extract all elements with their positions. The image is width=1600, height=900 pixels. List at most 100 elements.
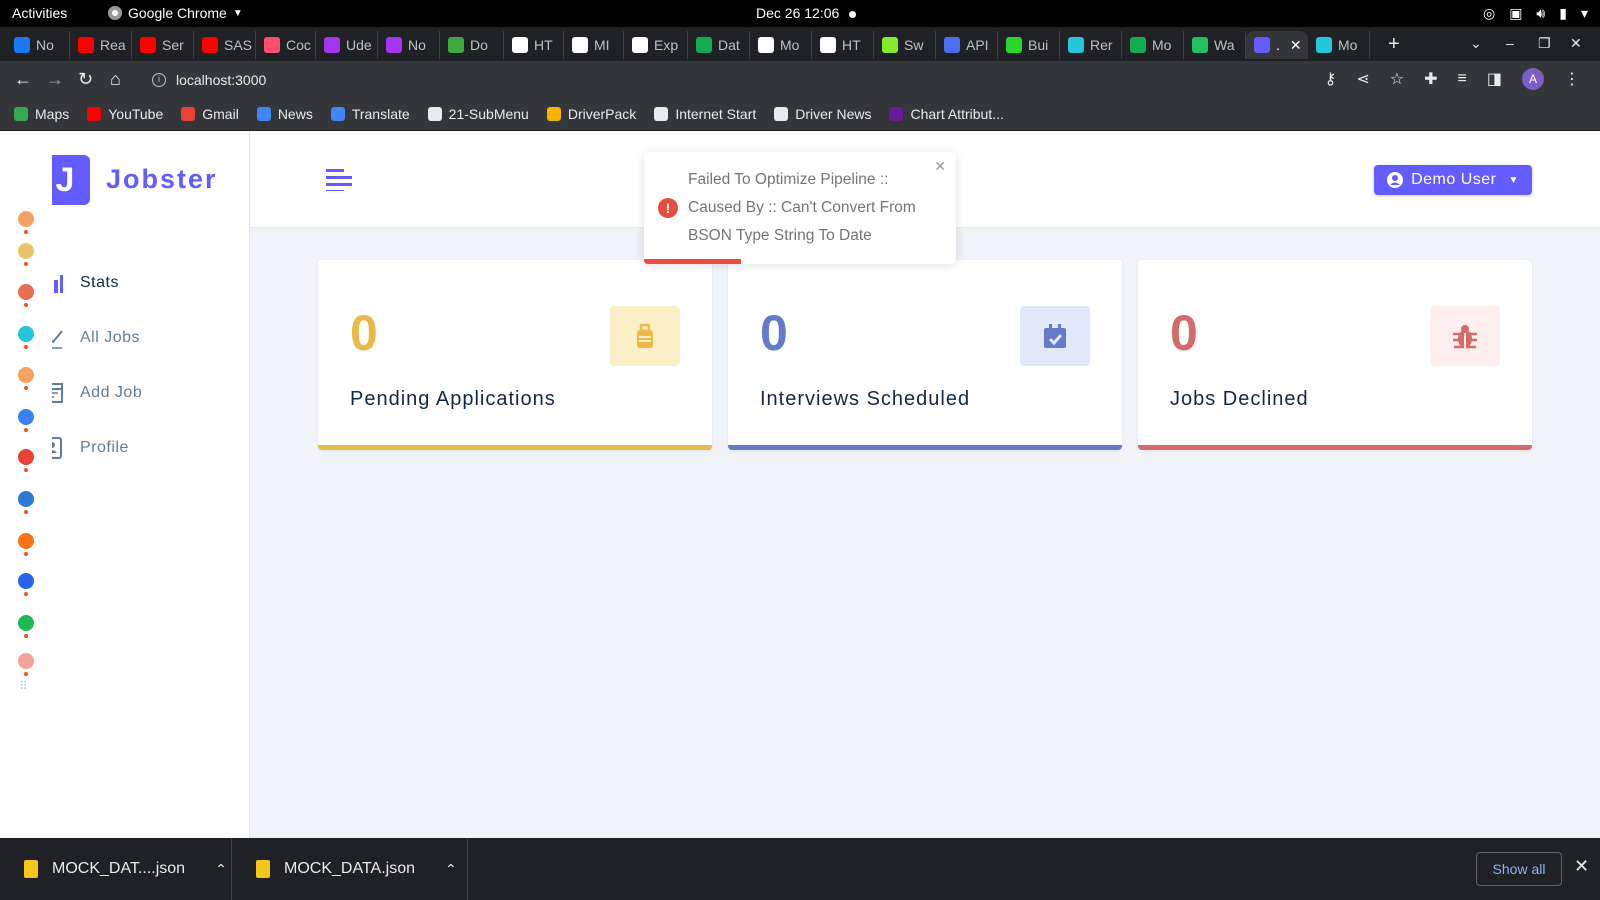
browser-tab[interactable]: MI (564, 31, 624, 59)
share-icon[interactable]: ⋖ (1356, 69, 1369, 89)
stat-count: 0 (760, 305, 788, 361)
browser-tab[interactable]: Mo (1122, 31, 1184, 59)
minimize-icon[interactable]: – (1506, 35, 1514, 51)
chrome-tray-icon[interactable]: ◎ (1483, 5, 1495, 22)
bookmark-label: Chart Attribut... (910, 106, 1004, 122)
bookmark-star-icon[interactable]: ☆ (1390, 69, 1404, 89)
download-item[interactable]: MOCK_DATA.json ⌃ (232, 838, 468, 900)
bookmark-item[interactable]: YouTube (87, 106, 163, 122)
screen-icon[interactable]: ▣ (1509, 5, 1522, 22)
home-icon[interactable]: ⌂ (110, 69, 121, 90)
json-file-icon (256, 860, 270, 878)
app-menu[interactable]: Google Chrome ▼ (108, 5, 243, 21)
dock-app-icon[interactable] (18, 326, 34, 342)
bookmark-item[interactable]: Translate (330, 106, 410, 122)
profile-avatar[interactable]: A (1522, 68, 1544, 90)
logo-text[interactable]: Jobster (106, 164, 218, 195)
show-apps-icon[interactable]: ⠿ (19, 679, 28, 693)
dock-app-icon[interactable] (18, 653, 34, 669)
browser-tab[interactable]: Ser (132, 31, 194, 59)
bookmark-item[interactable]: Maps (14, 106, 69, 122)
stat-count: 0 (350, 305, 378, 361)
bookmark-item[interactable]: Chart Attribut... (889, 106, 1004, 122)
browser-tab[interactable]: Mo (1308, 31, 1370, 59)
download-item[interactable]: MOCK_DAT....json ⌃ (0, 838, 232, 900)
chevron-up-icon[interactable]: ⌃ (215, 861, 227, 878)
key-icon[interactable]: ⚷ (1325, 69, 1337, 89)
nav-link-add-job[interactable]: Add Job (40, 381, 142, 405)
battery-icon[interactable]: ▮ (1559, 5, 1567, 22)
close-icon[interactable]: ✕ (934, 158, 946, 175)
browser-tab[interactable]: . ✕ (1246, 31, 1308, 59)
tab-label: Exp (654, 37, 679, 53)
bookmark-item[interactable]: Internet Start (654, 106, 756, 122)
extensions-icon[interactable]: ✚ (1424, 69, 1437, 89)
address-bar[interactable]: i localhost:3000 (142, 65, 1286, 94)
browser-tab[interactable]: Mo (750, 31, 812, 59)
close-tab-icon[interactable]: ✕ (1290, 37, 1302, 54)
show-all-button[interactable]: Show all (1476, 852, 1562, 886)
forward-icon[interactable]: → (46, 69, 64, 90)
side-panel-icon[interactable]: ◨ (1487, 69, 1502, 89)
reading-list-icon[interactable]: ≡ (1458, 70, 1467, 88)
running-indicator (24, 230, 28, 234)
site-info-icon[interactable]: i (152, 72, 166, 87)
user-menu-button[interactable]: Demo User ▼ (1374, 165, 1532, 195)
back-icon[interactable]: ← (14, 69, 32, 90)
tab-favicon-icon (78, 37, 94, 53)
dock-app-icon[interactable] (18, 284, 34, 300)
bookmark-item[interactable]: Driver News (774, 106, 871, 122)
reload-icon[interactable]: ↻ (78, 69, 93, 90)
chrome-dock-icon[interactable] (18, 449, 34, 465)
new-tab-button[interactable]: + (1388, 33, 1400, 56)
nav-link-all-jobs[interactable]: All Jobs (40, 326, 140, 350)
error-toast[interactable]: ! Failed To Optimize Pipeline :: Caused … (644, 152, 956, 264)
browser-tab[interactable]: HT (504, 31, 564, 59)
browser-tab[interactable]: Coc (256, 31, 316, 59)
running-indicator (24, 672, 28, 676)
dock-app-icon[interactable] (18, 573, 34, 589)
browser-tab[interactable]: No (6, 31, 70, 59)
spotify-dock-icon[interactable] (18, 615, 34, 631)
browser-tab[interactable]: Dat (688, 31, 750, 59)
dock-app-icon[interactable] (18, 243, 34, 259)
close-window-icon[interactable]: ✕ (1570, 35, 1582, 52)
restore-icon[interactable]: ❐ (1538, 35, 1551, 52)
volume-icon[interactable]: 🔊︎ (1536, 5, 1545, 22)
dock-app-icon[interactable] (18, 533, 34, 549)
browser-tab[interactable]: Do (440, 31, 504, 59)
bookmark-item[interactable]: News (256, 106, 313, 122)
stats-page: 0 Pending Applications 0 Interviews Schedul… (250, 228, 1600, 838)
browser-tab[interactable]: Rer (1060, 31, 1122, 59)
tab-search-icon[interactable]: ⌄ (1470, 35, 1482, 52)
power-menu-icon[interactable]: ▾ (1581, 5, 1588, 22)
close-shelf-icon[interactable]: ✕ (1574, 856, 1589, 877)
browser-tab[interactable]: Wa (1184, 31, 1246, 59)
bookmark-item[interactable]: Gmail (181, 106, 239, 122)
browser-tab[interactable]: API (936, 31, 998, 59)
browser-tab[interactable]: Sw (874, 31, 936, 59)
vscode-dock-icon[interactable] (18, 491, 34, 507)
browser-tab[interactable]: Bui (998, 31, 1060, 59)
browser-tab[interactable]: No (378, 31, 440, 59)
bookmark-item[interactable]: 21-SubMenu (427, 106, 529, 122)
tab-favicon-icon (572, 37, 588, 53)
menu-kebab-icon[interactable]: ⋮ (1564, 69, 1580, 89)
chevron-up-icon[interactable]: ⌃ (445, 861, 457, 878)
dock-app-icon[interactable] (18, 211, 34, 227)
nav-link-profile[interactable]: Profile (40, 436, 129, 460)
bookmark-item[interactable]: DriverPack (546, 106, 636, 122)
clock[interactable]: Dec 26 12:06 (756, 5, 857, 21)
dock-app-icon[interactable] (18, 409, 34, 425)
system-tray[interactable]: ◎ ▣ 🔊︎ ▮ ▾ (1483, 5, 1588, 22)
hamburger-menu-icon[interactable] (326, 167, 354, 191)
tab-label: No (408, 37, 426, 53)
browser-tab[interactable]: SAS (194, 31, 256, 59)
browser-tab[interactable]: Rea (70, 31, 132, 59)
dock-app-icon[interactable] (18, 367, 34, 383)
browser-tab[interactable]: Ude (316, 31, 378, 59)
browser-tab[interactable]: HT (812, 31, 874, 59)
browser-tab[interactable]: Exp (624, 31, 688, 59)
running-indicator (24, 428, 28, 432)
activities-button[interactable]: Activities (12, 5, 67, 21)
